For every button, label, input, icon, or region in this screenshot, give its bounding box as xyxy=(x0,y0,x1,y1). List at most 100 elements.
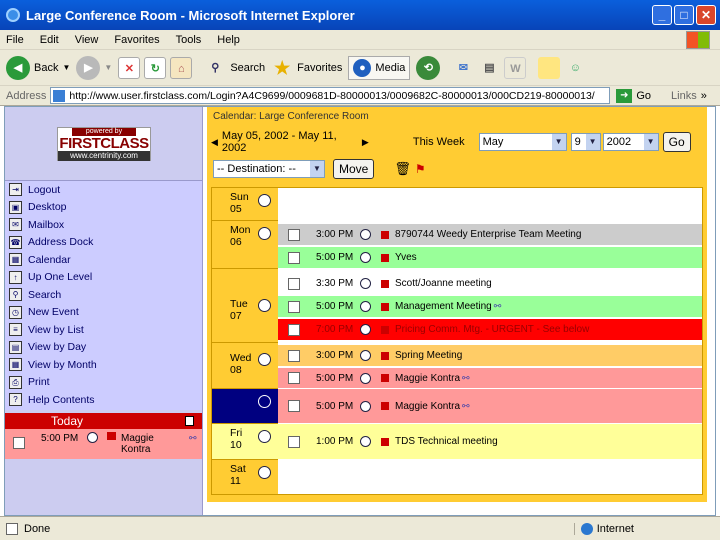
favorites-button[interactable]: ★ Favorites xyxy=(271,57,342,79)
links-chevron-icon[interactable]: » xyxy=(701,90,707,102)
event-title[interactable]: Management Meeting xyxy=(395,301,492,312)
day-thu[interactable]: Thu 09 xyxy=(212,389,278,424)
menu-favorites[interactable]: Favorites xyxy=(114,34,159,46)
day-sun[interactable]: Sun 05 xyxy=(212,188,278,221)
back-dropdown-icon[interactable]: ▼ xyxy=(62,63,70,72)
alarm-clock-icon[interactable] xyxy=(258,430,271,443)
history-icon[interactable]: ⟲ xyxy=(416,55,441,80)
event-title[interactable]: Pricing Comm. Mtg. - URGENT - See below xyxy=(395,324,589,335)
month-select[interactable]: May ▼ xyxy=(478,133,567,151)
event-checkbox[interactable] xyxy=(288,323,300,336)
search-button[interactable]: ⚲ Search xyxy=(204,57,265,79)
next-week-icon[interactable]: ▶ xyxy=(362,137,369,148)
day-select[interactable]: 9 ▼ xyxy=(570,133,601,151)
menu-file[interactable]: File xyxy=(6,34,24,46)
alarm-clock-icon[interactable] xyxy=(258,395,271,408)
destination-select[interactable]: -- Destination: -- ▼ xyxy=(213,160,325,178)
event-row[interactable]: 3:30 PM Scott/Joanne meeting xyxy=(278,273,702,295)
event-title[interactable]: Scott/Joanne meeting xyxy=(395,278,492,289)
event-checkbox[interactable] xyxy=(288,435,300,448)
go-button[interactable]: Go xyxy=(636,90,651,102)
mail-icon[interactable]: ✉ xyxy=(452,57,474,79)
year-select[interactable]: 2002 ▼ xyxy=(602,133,659,151)
event-row[interactable]: 5:00 PM Maggie Kontra ⚯ xyxy=(278,389,702,424)
day-tue[interactable]: Tue 07 xyxy=(212,269,278,343)
close-button[interactable]: ✕ xyxy=(696,5,716,25)
maximize-button[interactable]: □ xyxy=(674,5,694,25)
nav-view-by-day[interactable]: ▤ View by Day xyxy=(5,339,202,357)
alarm-clock-icon[interactable] xyxy=(258,466,271,479)
edit-icon[interactable]: W xyxy=(504,56,527,79)
day-sat[interactable]: Sat 11 xyxy=(212,460,278,494)
event-checkbox[interactable] xyxy=(288,251,300,264)
nav-help-contents[interactable]: ? Help Contents xyxy=(5,391,202,409)
address-input[interactable]: http://www.user.firstclass.com/Login?A4C… xyxy=(50,87,611,104)
today-event-row[interactable]: 5:00 PM Maggie Kontra ⚯ xyxy=(5,429,202,459)
alarm-clock-icon[interactable] xyxy=(258,299,271,312)
nav-view-by-list[interactable]: ≡ View by List xyxy=(5,321,202,339)
today-event-title[interactable]: Maggie Kontra xyxy=(121,433,181,455)
move-button[interactable]: Move xyxy=(333,159,375,179)
day-wed[interactable]: Wed 08 xyxy=(212,343,278,389)
event-checkbox[interactable] xyxy=(288,400,300,412)
nav-address-dock[interactable]: ☎ Address Dock xyxy=(5,234,202,252)
nav-desktop[interactable]: ▣ Desktop xyxy=(5,199,202,217)
this-week-link[interactable]: This Week xyxy=(413,136,465,148)
alarm-clock-icon[interactable] xyxy=(258,227,271,240)
event-row[interactable]: 5:00 PM Yves xyxy=(278,247,702,269)
event-checkbox[interactable] xyxy=(288,372,300,384)
alarm-clock-icon[interactable] xyxy=(258,353,271,366)
event-row[interactable]: 3:00 PM 8790744 Weedy Enterprise Team Me… xyxy=(278,224,702,246)
messenger-icon[interactable]: ☺ xyxy=(564,57,586,79)
day-fri[interactable]: Fri 10 xyxy=(212,424,278,460)
delete-icon[interactable] xyxy=(185,416,194,426)
nav-logout[interactable]: ⇥ Logout xyxy=(5,181,202,199)
media-button[interactable]: ● Media xyxy=(348,55,411,80)
nav-search[interactable]: ⚲ Search xyxy=(5,286,202,304)
nav-print[interactable]: ⎙ Print xyxy=(5,374,202,392)
today-event-checkbox[interactable] xyxy=(13,437,25,449)
menu-tools[interactable]: Tools xyxy=(176,34,202,46)
event-title[interactable]: Spring Meeting xyxy=(395,350,462,361)
home-icon[interactable]: ⌂ xyxy=(170,56,193,79)
event-title[interactable]: Maggie Kontra xyxy=(395,401,460,412)
nav-new-event[interactable]: ◷ New Event xyxy=(5,304,202,322)
event-checkbox[interactable] xyxy=(288,349,300,362)
day-mon[interactable]: Mon 06 xyxy=(212,221,278,269)
event-checkbox[interactable] xyxy=(288,277,300,290)
refresh-icon[interactable]: ↻ xyxy=(144,56,167,79)
nav-calendar[interactable]: ▦ Calendar xyxy=(5,251,202,269)
nav-mailbox[interactable]: ✉ Mailbox xyxy=(5,216,202,234)
event-checkbox[interactable] xyxy=(288,300,300,313)
event-row[interactable]: 1:00 PM TDS Technical meeting xyxy=(278,424,702,460)
forward-button[interactable]: ▶ ▼ xyxy=(76,55,112,80)
trash-icon[interactable]: 🗑 xyxy=(394,161,411,177)
menu-view[interactable]: View xyxy=(75,34,99,46)
menu-edit[interactable]: Edit xyxy=(40,34,59,46)
event-row[interactable]: 3:00 PM Spring Meeting xyxy=(278,345,702,367)
event-checkbox[interactable] xyxy=(288,228,300,241)
menu-help[interactable]: Help xyxy=(217,34,240,46)
nav-up-one-level[interactable]: ↑ Up One Level xyxy=(5,269,202,287)
event-title[interactable]: 8790744 Weedy Enterprise Team Meeting xyxy=(395,229,581,240)
print-icon[interactable]: ▤ xyxy=(478,57,500,79)
discuss-icon[interactable] xyxy=(538,56,561,79)
event-row[interactable]: 7:00 PM Pricing Comm. Mtg. - URGENT - Se… xyxy=(278,319,702,341)
go-button[interactable]: Go xyxy=(662,132,691,152)
event-title[interactable]: Maggie Kontra xyxy=(395,373,460,384)
event-row[interactable]: 5:00 PM Maggie Kontra ⚯ xyxy=(278,368,702,389)
event-title[interactable]: TDS Technical meeting xyxy=(395,436,498,447)
stop-icon[interactable]: ✕ xyxy=(118,56,141,79)
flag-icon[interactable]: ⚑ xyxy=(415,162,426,176)
back-button[interactable]: ◀ Back ▼ xyxy=(6,55,70,80)
minimize-button[interactable]: _ xyxy=(652,5,672,25)
alarm-clock-icon[interactable] xyxy=(258,194,271,207)
links-label[interactable]: Links xyxy=(671,90,697,102)
prev-week-icon[interactable]: ◀ xyxy=(211,137,218,148)
firstclass-logo[interactable]: powered by FIRSTCLASS www.centrinity.com xyxy=(57,127,151,161)
go-arrow-icon[interactable]: ➜ xyxy=(616,88,633,103)
event-title[interactable]: Yves xyxy=(395,252,417,263)
forward-dropdown-icon[interactable]: ▼ xyxy=(104,63,112,72)
event-row[interactable]: 5:00 PM Management Meeting ⚯ xyxy=(278,296,702,318)
nav-view-by-month[interactable]: ▦ View by Month xyxy=(5,356,202,374)
